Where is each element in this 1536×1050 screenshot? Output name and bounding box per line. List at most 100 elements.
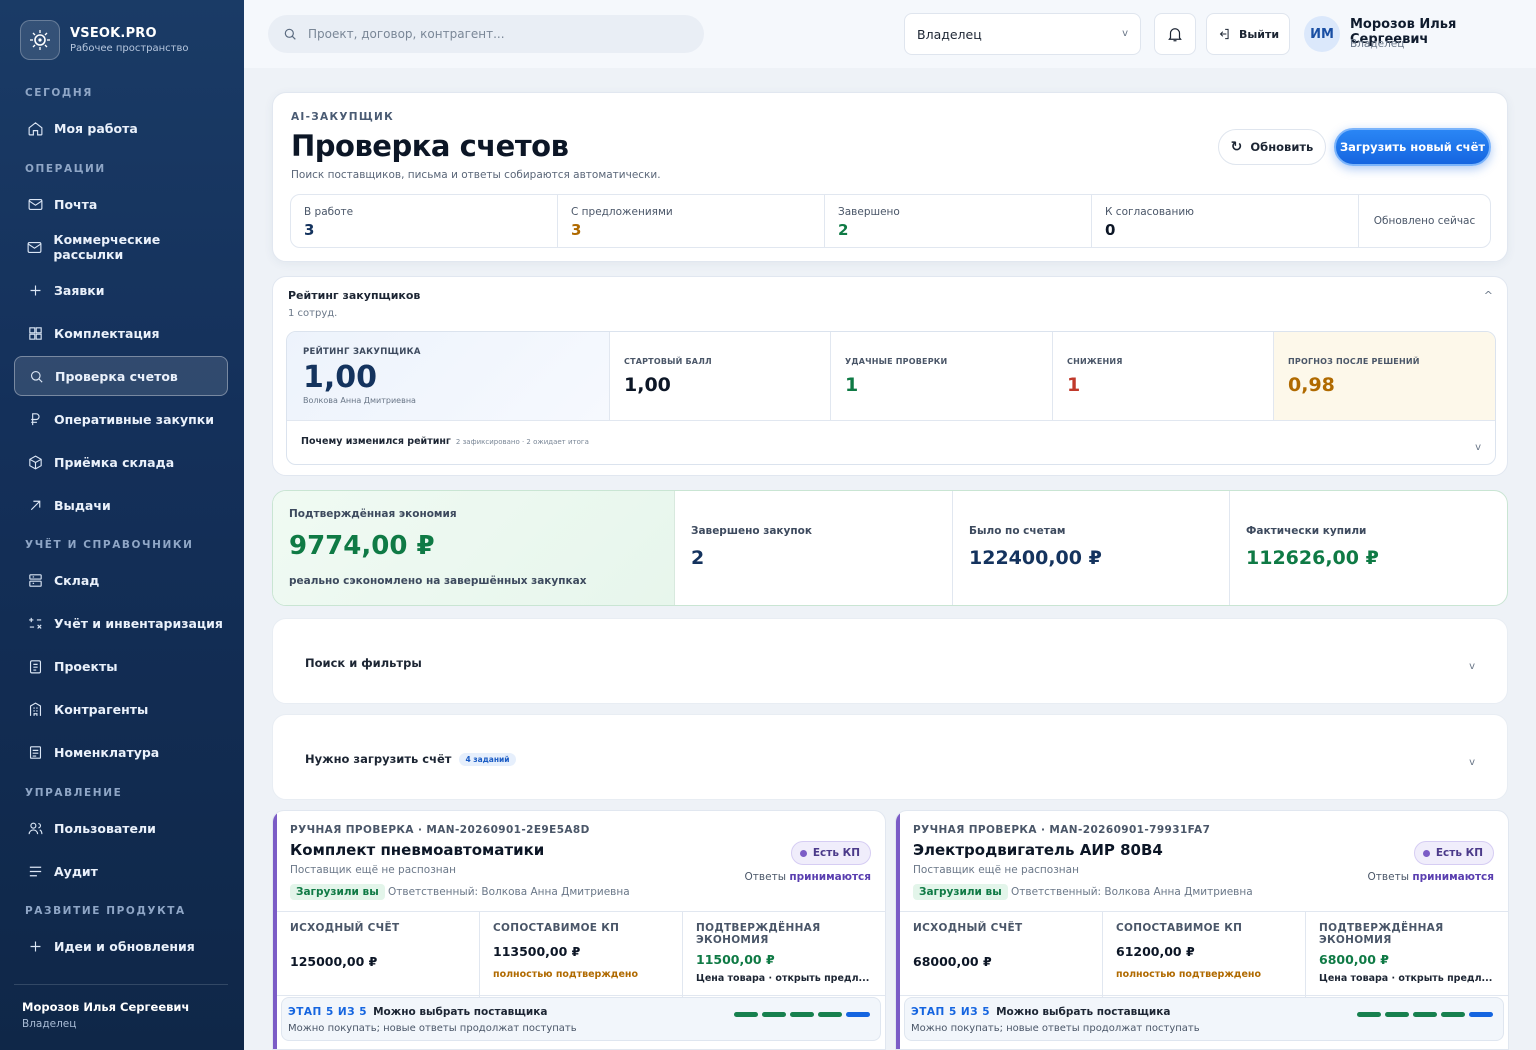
- rating-cell-value: 1,00: [624, 374, 671, 396]
- stat-label: Завершено: [838, 206, 900, 218]
- procurement-grid: ИСХОДНЫЙ СЧЁТ 68000,00 ₽ СОПОСТАВИМОЕ КП…: [900, 911, 1508, 997]
- sidebar-item-label: Проверка счетов: [55, 368, 178, 384]
- logout-button[interactable]: Выйти: [1206, 13, 1290, 55]
- col-label: СОПОСТАВИМОЕ КП: [493, 922, 620, 934]
- brand-subtitle: Рабочее пространство: [70, 43, 189, 54]
- col-label: ПОДТВЕРЖДЁННАЯ ЭКОНОМИЯ: [1319, 922, 1444, 946]
- rating-main-label: РЕЙТИНГ ЗАКУПЩИКА: [303, 347, 421, 357]
- rating-subtitle: 1 сотруд.: [288, 308, 338, 319]
- rating-why-meta: 2 зафиксировано · 2 ожидает итога: [455, 438, 589, 446]
- procurement-grid: ИСХОДНЫЙ СЧЁТ 125000,00 ₽ СОПОСТАВИМОЕ К…: [277, 911, 885, 997]
- sidebar-item-warehouse-receiving[interactable]: Приёмка склада: [14, 442, 228, 482]
- rating-cell-success: УДАЧНЫЕ ПРОВЕРКИ 1: [831, 332, 1053, 421]
- search-input[interactable]: [308, 27, 668, 41]
- refresh-button[interactable]: ↻ Обновить: [1218, 129, 1326, 165]
- sidebar-divider: [14, 984, 228, 985]
- avatar[interactable]: ИМ: [1304, 16, 1340, 52]
- plus-icon: [26, 281, 44, 299]
- nav-section-product: РАЗВИТИЕ ПРОДУКТА: [25, 905, 186, 917]
- procurement-title[interactable]: Комплект пневмоавтоматики: [290, 841, 544, 859]
- rating-title: Рейтинг закупщиков: [288, 289, 421, 302]
- procurement-card[interactable]: РУЧНАЯ ПРОВЕРКА · MAN-20260901-2E9E5A8D …: [272, 810, 886, 1050]
- sidebar-item-counterparties[interactable]: Контрагенты: [14, 689, 228, 729]
- stage-segment: [790, 1012, 814, 1017]
- sidebar-item-issues[interactable]: Выдачи: [14, 485, 228, 525]
- savings-main-value: 9774,00 ₽: [289, 531, 435, 561]
- sidebar-item-warehouse[interactable]: Склад: [14, 560, 228, 600]
- page-title: Проверка счетов: [291, 129, 569, 163]
- upload-invoice-button[interactable]: Загрузить новый счёт: [1334, 128, 1491, 166]
- stage-segment-current: [1469, 1012, 1493, 1017]
- procurement-id: РУЧНАЯ ПРОВЕРКА · MAN-20260901-79931FA7: [913, 824, 1211, 836]
- calc-icon: [26, 614, 44, 632]
- rating-cell-decreases: СНИЖЕНИЯ 1: [1053, 332, 1274, 421]
- stage-panel: ЭТАП 5 ИЗ 5 Можно выбрать поставщика Можн…: [281, 997, 881, 1041]
- building-icon: [26, 700, 44, 718]
- procurement-responsible: Ответственный: Волкова Анна Дмитриевна: [1011, 886, 1253, 898]
- sidebar-item-mail[interactable]: Почта: [14, 184, 228, 224]
- rating-main-cell: РЕЙТИНГ ЗАКУПЩИКА 1,00 Волкова Анна Дмит…: [287, 332, 610, 421]
- refresh-icon: ↻: [1230, 139, 1243, 155]
- sidebar-item-audit[interactable]: Аудит: [14, 851, 228, 891]
- rating-why-toggle[interactable]: Почему изменился рейтинг 2 зафиксировано …: [301, 436, 589, 447]
- filters-panel[interactable]: Поиск и фильтры v: [272, 618, 1508, 704]
- sidebar-item-requests[interactable]: Заявки: [14, 270, 228, 310]
- upload-needed-title-row: Нужно загрузить счёт 4 заданий: [305, 752, 516, 766]
- upload-needed-panel[interactable]: Нужно загрузить счёт 4 заданий v: [272, 714, 1508, 800]
- sidebar-user-role: Владелец: [22, 1018, 77, 1030]
- sidebar-item-mailings[interactable]: Коммерческие рассылки: [14, 227, 228, 267]
- sidebar-item-invoice-check[interactable]: Проверка счетов: [14, 356, 228, 396]
- stage-panel: ЭТАП 5 ИЗ 5 Можно выбрать поставщика Можн…: [904, 997, 1504, 1041]
- col-value: 125000,00 ₽: [290, 954, 378, 969]
- savings-value: 122400,00 ₽: [969, 547, 1102, 569]
- stat-value: 2: [838, 221, 849, 239]
- notifications-button[interactable]: [1154, 13, 1196, 55]
- chevron-down-icon[interactable]: v: [1469, 661, 1475, 672]
- box-icon: [26, 453, 44, 471]
- status-badge: Загрузили вы: [913, 884, 1008, 900]
- answers-prefix: Ответы: [1367, 871, 1409, 883]
- chevron-up-icon[interactable]: ^: [1484, 289, 1493, 302]
- stage-segment: [734, 1012, 758, 1017]
- nav-section-operations: ОПЕРАЦИИ: [25, 163, 106, 175]
- procurement-card[interactable]: РУЧНАЯ ПРОВЕРКА · MAN-20260901-79931FA7 …: [895, 810, 1509, 1050]
- sidebar-item-projects[interactable]: Проекты: [14, 646, 228, 686]
- search-box[interactable]: [268, 15, 704, 53]
- procurement-supplier: Поставщик ещё не распознан: [290, 864, 456, 876]
- brand[interactable]: VSEOK.PRO Рабочее пространство: [20, 20, 189, 60]
- answers-prefix: Ответы: [744, 871, 786, 883]
- answers-state: принимаются: [1412, 871, 1494, 883]
- sidebar-item-label: Аудит: [54, 863, 98, 879]
- stats-row: В работе 3 С предложениями 3 Завершено 2…: [290, 194, 1491, 248]
- sidebar-item-my-work[interactable]: Моя работа: [14, 108, 228, 148]
- col-label: ПОДТВЕРЖДЁННАЯ ЭКОНОМИЯ: [696, 922, 821, 946]
- savings-label: Завершено закупок: [691, 525, 812, 537]
- open-offer-link[interactable]: Цена товара · открыть предл...: [1319, 973, 1492, 984]
- chevron-down-icon[interactable]: v: [1469, 757, 1475, 768]
- stage-segment: [762, 1012, 786, 1017]
- procurement-title[interactable]: Электродвигатель АИР 80В4: [913, 841, 1163, 859]
- role-select[interactable]: Владелец v: [904, 13, 1141, 55]
- col-original-invoice: ИСХОДНЫЙ СЧЁТ 125000,00 ₽: [277, 912, 480, 997]
- sidebar-item-ideas[interactable]: Идеи и обновления: [14, 926, 228, 966]
- sidebar-item-inventory[interactable]: Учёт и инвентаризация: [14, 603, 228, 643]
- open-offer-link[interactable]: Цена товара · открыть предл...: [696, 973, 869, 984]
- topbar-user-role: Владелец: [1350, 38, 1405, 50]
- chevron-down-icon: v: [1122, 28, 1128, 39]
- sidebar-item-users[interactable]: Пользователи: [14, 808, 228, 848]
- status-badge: Загрузили вы: [290, 884, 385, 900]
- col-confirmed-savings: ПОДТВЕРЖДЁННАЯ ЭКОНОМИЯ 6800,00 ₽ Цена т…: [1306, 912, 1508, 997]
- rating-cell-label: УДАЧНЫЕ ПРОВЕРКИ: [845, 357, 948, 366]
- dot-icon: [799, 849, 807, 857]
- col-original-invoice: ИСХОДНЫЙ СЧЁТ 68000,00 ₽: [900, 912, 1103, 997]
- sidebar-item-nomenclature[interactable]: Номенклатура: [14, 732, 228, 772]
- stage-segment: [1357, 1012, 1381, 1017]
- stage-segment: [1413, 1012, 1437, 1017]
- chevron-down-icon[interactable]: v: [1475, 442, 1481, 453]
- sidebar-item-quick-purchases[interactable]: Оперативные закупки: [14, 399, 228, 439]
- answers-state: принимаются: [789, 871, 871, 883]
- stage-segment: [1441, 1012, 1465, 1017]
- grid-icon: [26, 324, 44, 342]
- sidebar-item-kitting[interactable]: Комплектация: [14, 313, 228, 353]
- savings-label: Фактически купили: [1246, 525, 1367, 537]
